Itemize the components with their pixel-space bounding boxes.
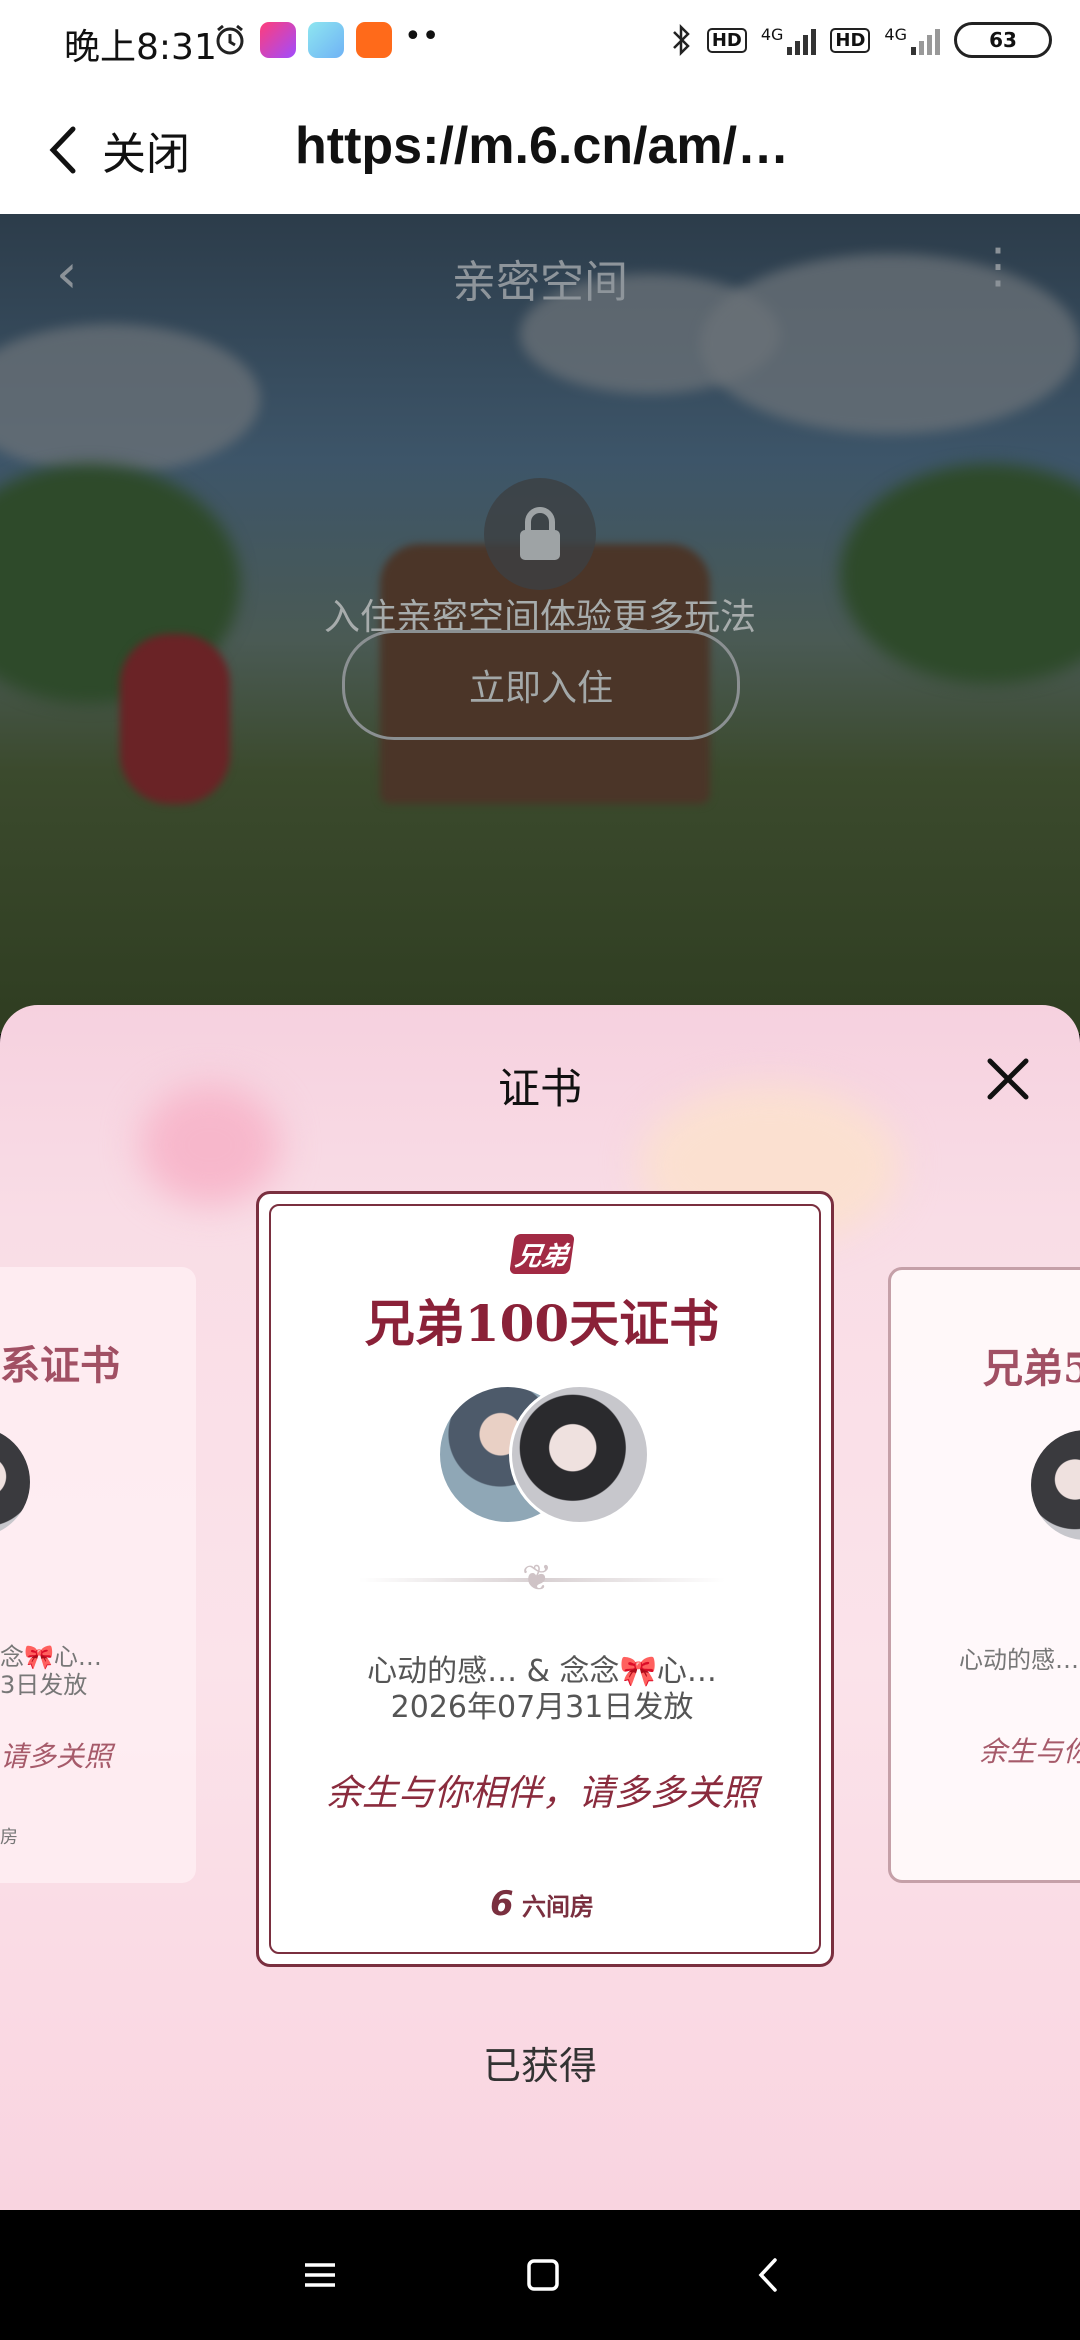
close-browser-button[interactable]: 关闭 — [48, 118, 190, 182]
hd-badge-1: HD — [706, 27, 747, 53]
app-kuaishou-icon — [356, 22, 392, 58]
sheet-title: 证书 — [497, 1064, 582, 1113]
page-title: 亲密空间 — [452, 257, 628, 308]
signal-icon-2 — [911, 25, 940, 55]
lock-icon — [484, 478, 596, 590]
next-card-slogan: 余生与你 — [979, 1735, 1080, 1768]
cloud — [0, 324, 260, 474]
move-in-button[interactable]: 立即入住 — [342, 630, 740, 740]
network-2: 4G — [884, 25, 940, 55]
obtained-status: 已获得 — [482, 2044, 597, 2088]
back-icon[interactable] — [744, 2250, 794, 2300]
close-icon[interactable] — [984, 1055, 1032, 1103]
intimate-space-background: ‹ 亲密空间 ⋮ 入住亲密空间体验更多玩法 立即入住 — [0, 214, 1080, 1034]
ornament-icon: ❦ — [522, 1558, 553, 1599]
brand-mark-icon: 6 — [489, 1884, 514, 1924]
certificate-card-prev[interactable]: 系证书 念🎀心… 3日发放 请多关照 房 — [0, 1267, 196, 1883]
character-image — [120, 634, 230, 804]
status-bar: 晚上8:31 •• HD 4G HD 4G 63 — [0, 0, 1080, 88]
status-right: HD 4G HD 4G 63 — [671, 22, 1052, 58]
next-card-title: 兄弟5 — [983, 1345, 1080, 1392]
prev-card-date: 3日发放 — [0, 1671, 88, 1699]
network-1: 4G — [761, 25, 817, 55]
prev-card-brand: 房 — [0, 1827, 18, 1848]
brand-name: 六间房 — [522, 1893, 595, 1921]
back-arrow-icon — [49, 126, 76, 174]
alarm-icon — [216, 24, 244, 55]
couple-avatars — [437, 1384, 650, 1525]
prev-card-slogan: 请多关照 — [0, 1740, 113, 1773]
network-2-label: 4G — [884, 25, 907, 44]
url-title[interactable]: https://m.6.cn/am/… — [295, 116, 789, 176]
app-bird-icon — [308, 22, 344, 58]
signal-icon-1 — [787, 25, 817, 55]
system-navigation-bar — [0, 2210, 1080, 2340]
avatar — [509, 1384, 650, 1525]
menu-icon[interactable] — [295, 2250, 345, 2300]
notification-icons: •• — [212, 22, 439, 58]
battery-level: 63 — [989, 28, 1017, 52]
prev-card-title: 系证书 — [0, 1342, 120, 1389]
certificate-card-current[interactable]: 兄弟 兄弟100天证书 ❦ 心动的感… & 念念🎀心… 2026年07月31日发… — [256, 1191, 834, 1967]
certificate-sheet: 证书 系证书 念🎀心… 3日发放 请多关照 房 兄弟 兄弟100天证书 ❦ 心动… — [0, 1005, 1080, 2210]
close-label: 关闭 — [102, 129, 190, 180]
certificate-date: 2026年07月31日发放 — [390, 1690, 694, 1725]
status-time: 晚上8:31 — [64, 27, 217, 68]
certificate-title: 兄弟100天证书 — [364, 1294, 720, 1353]
tree — [840, 464, 1080, 684]
certificate-card-next[interactable]: 兄弟5 心动的感… 余生与你 — [888, 1267, 1080, 1883]
prev-card-avatar — [0, 1427, 30, 1537]
network-1-label: 4G — [760, 25, 784, 44]
more-options-icon[interactable]: ⋮ — [974, 242, 1022, 290]
next-card-names: 心动的感… — [959, 1646, 1079, 1674]
more-notifications-icon: •• — [404, 19, 440, 54]
brand-logo: 6 六间房 — [259, 1884, 825, 1924]
app-6room-icon — [260, 22, 296, 58]
hd-badge-2: HD — [830, 27, 871, 53]
browser-toolbar: 关闭 https://m.6.cn/am/… — [0, 88, 1080, 214]
relation-tag: 兄弟 — [509, 1234, 575, 1274]
certificate-slogan: 余生与你相伴，请多多关照 — [325, 1773, 758, 1814]
battery-icon: 63 — [954, 22, 1052, 58]
home-icon[interactable] — [518, 2250, 568, 2300]
bluetooth-icon — [672, 23, 690, 57]
next-card-avatar — [1031, 1430, 1080, 1540]
